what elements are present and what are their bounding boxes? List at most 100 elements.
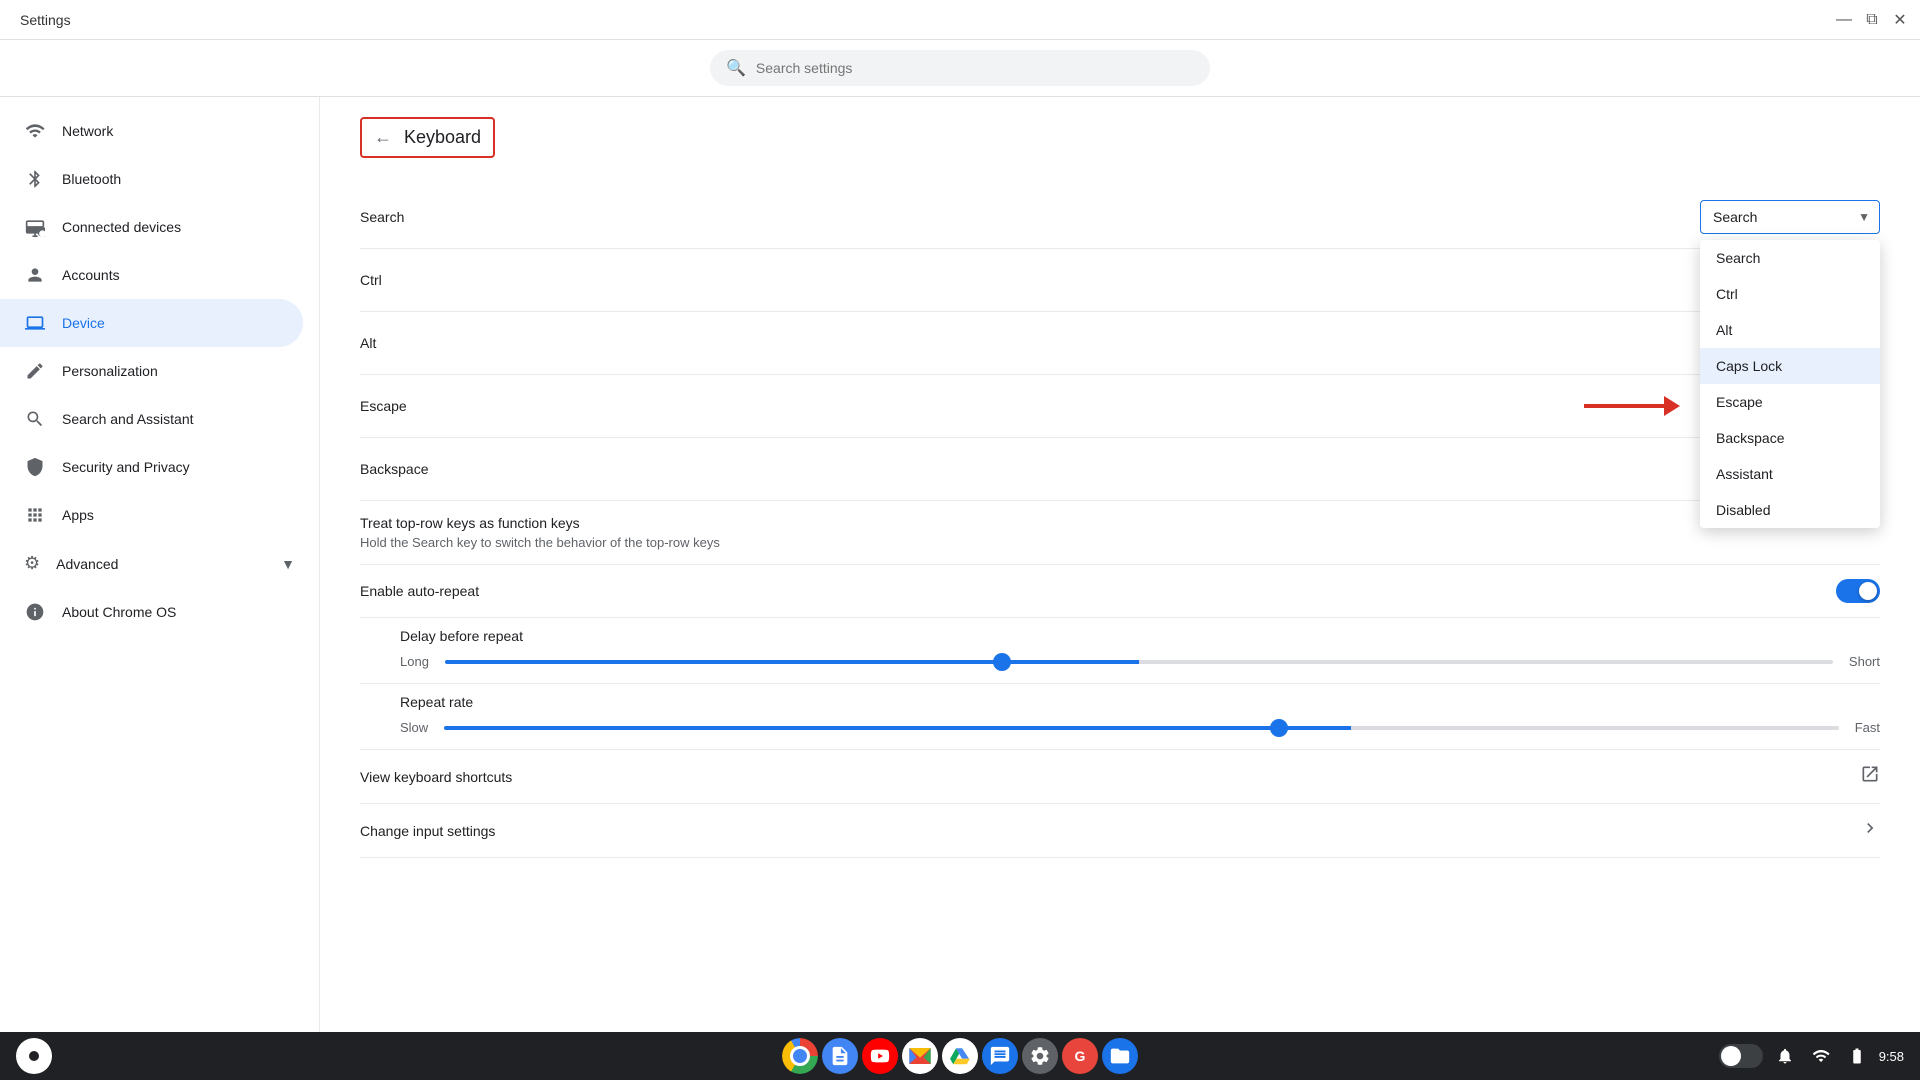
- apps-icon: [24, 505, 46, 525]
- search-key-label: Search: [360, 209, 404, 225]
- sidebar-item-advanced[interactable]: ⚙ Advanced ▼: [0, 539, 319, 588]
- delay-long-label: Long: [400, 654, 429, 669]
- taskbar-chrome[interactable]: [782, 1038, 818, 1074]
- close-button[interactable]: ✕: [1890, 10, 1910, 30]
- auto-repeat-row: Enable auto-repeat: [360, 565, 1880, 618]
- dropdown-item-caps-lock[interactable]: Caps Lock: [1700, 348, 1880, 384]
- devices-icon: [24, 217, 46, 237]
- rate-label: Repeat rate: [400, 694, 1880, 710]
- search-bar-container[interactable]: 🔍: [710, 50, 1210, 86]
- delay-short-label: Short: [1849, 654, 1880, 669]
- drive-icon: [949, 1045, 971, 1067]
- sidebar-item-device[interactable]: Device: [0, 299, 303, 347]
- search-key-select[interactable]: Search: [1700, 200, 1880, 234]
- taskbar-toggle[interactable]: [1719, 1044, 1763, 1068]
- taskbar-settings[interactable]: [1022, 1038, 1058, 1074]
- sidebar-label-security-privacy: Security and Privacy: [62, 459, 190, 475]
- dropdown-item-assistant[interactable]: Assistant: [1700, 456, 1880, 492]
- search-input[interactable]: [756, 60, 1194, 76]
- keyboard-shortcuts-row[interactable]: View keyboard shortcuts: [360, 750, 1880, 804]
- dropdown-item-disabled[interactable]: Disabled: [1700, 492, 1880, 528]
- settings-header: 🔍: [0, 40, 1920, 97]
- sidebar-item-network[interactable]: Network: [0, 107, 303, 155]
- taskbar-toggle-knob: [1721, 1046, 1741, 1066]
- change-input-settings-label: Change input settings: [360, 823, 495, 839]
- taskbar-center: G: [782, 1038, 1138, 1074]
- minimize-button[interactable]: —: [1834, 10, 1854, 30]
- rate-slider[interactable]: [444, 726, 1839, 730]
- back-button[interactable]: ←: [374, 127, 392, 148]
- sidebar-label-device: Device: [62, 315, 105, 331]
- bluetooth-icon: [24, 169, 46, 189]
- settings-gear-icon: [1029, 1045, 1051, 1067]
- taskbar: G 9:58: [0, 1032, 1920, 1080]
- edit-icon: [24, 361, 46, 381]
- backspace-key-label: Backspace: [360, 461, 428, 477]
- sidebar-label-apps: Apps: [62, 507, 94, 523]
- keyboard-title: Keyboard: [404, 127, 481, 148]
- keyboard-header: ← Keyboard: [360, 117, 495, 158]
- taskbar-drive[interactable]: [942, 1038, 978, 1074]
- maximize-button[interactable]: ⧉: [1862, 10, 1882, 30]
- sidebar-item-search-assistant[interactable]: Search and Assistant: [0, 395, 303, 443]
- escape-key-label: Escape: [360, 398, 407, 414]
- dropdown-item-backspace[interactable]: Backspace: [1700, 420, 1880, 456]
- shield-icon: [24, 457, 46, 477]
- delay-slider[interactable]: [445, 660, 1833, 664]
- sidebar-item-connected-devices[interactable]: Connected devices: [0, 203, 303, 251]
- sidebar-label-accounts: Accounts: [62, 267, 120, 283]
- battery-icon[interactable]: [1843, 1042, 1871, 1070]
- gmail-icon: [909, 1048, 931, 1064]
- toggle-switch-label[interactable]: [1836, 579, 1880, 603]
- taskbar-gmail[interactable]: [902, 1038, 938, 1074]
- main-content: ← Keyboard Search Search ▼ Search Ctrl A…: [320, 97, 1920, 1040]
- advanced-icon: ⚙: [24, 553, 40, 574]
- rate-fast-label: Fast: [1855, 720, 1880, 735]
- dropdown-item-search[interactable]: Search: [1700, 240, 1880, 276]
- sidebar: Network Bluetooth Connected devices Acco…: [0, 97, 320, 1040]
- taskbar-files[interactable]: [1102, 1038, 1138, 1074]
- delay-slider-wrapper: Long Short: [400, 654, 1880, 669]
- arrow-annotation: [1584, 396, 1680, 416]
- taskbar-right: 9:58: [1719, 1042, 1904, 1070]
- sidebar-item-security-privacy[interactable]: Security and Privacy: [0, 443, 303, 491]
- taskbar-docs[interactable]: [822, 1038, 858, 1074]
- notification-icon[interactable]: [1771, 1042, 1799, 1070]
- sidebar-item-bluetooth[interactable]: Bluetooth: [0, 155, 303, 203]
- launcher-button[interactable]: [16, 1038, 52, 1074]
- dropdown-item-ctrl[interactable]: Ctrl: [1700, 276, 1880, 312]
- wifi-status-icon[interactable]: [1807, 1042, 1835, 1070]
- dropdown-item-escape[interactable]: Escape: [1700, 384, 1880, 420]
- search-key-select-wrapper: Search ▼ Search Ctrl Alt Caps Lock Escap…: [1700, 200, 1880, 234]
- taskbar-youtube[interactable]: [862, 1038, 898, 1074]
- taskbar-grammarly[interactable]: G: [1062, 1038, 1098, 1074]
- search-key-row: Search Search ▼ Search Ctrl Alt Caps Loc…: [360, 186, 1880, 249]
- sidebar-item-about-chrome-os[interactable]: About Chrome OS: [0, 588, 303, 636]
- files-icon: [1109, 1045, 1131, 1067]
- rate-slow-label: Slow: [400, 720, 428, 735]
- settings-body: Network Bluetooth Connected devices Acco…: [0, 97, 1920, 1040]
- function-keys-desc: Hold the Search key to switch the behavi…: [360, 535, 1880, 550]
- dropdown-item-alt[interactable]: Alt: [1700, 312, 1880, 348]
- delay-label: Delay before repeat: [400, 628, 1880, 644]
- taskbar-chat[interactable]: [982, 1038, 1018, 1074]
- rate-section: Repeat rate Slow Fast: [360, 684, 1880, 750]
- laptop-icon: [24, 313, 46, 333]
- sidebar-label-network: Network: [62, 123, 113, 139]
- sidebar-label-advanced: Advanced: [56, 556, 118, 572]
- sidebar-item-accounts[interactable]: Accounts: [0, 251, 303, 299]
- sidebar-label-connected-devices: Connected devices: [62, 219, 181, 235]
- keyboard-shortcuts-label: View keyboard shortcuts: [360, 769, 512, 785]
- window-title: Settings: [10, 12, 71, 28]
- auto-repeat-label: Enable auto-repeat: [360, 583, 479, 599]
- search-icon: 🔍: [726, 58, 746, 78]
- change-input-settings-row[interactable]: Change input settings: [360, 804, 1880, 858]
- settings-window: Settings — ⧉ ✕ 🔍 Network: [0, 0, 1920, 1040]
- auto-repeat-toggle[interactable]: [1836, 579, 1880, 603]
- launcher-icon: [29, 1051, 39, 1061]
- title-bar: Settings — ⧉ ✕: [0, 0, 1920, 40]
- sidebar-item-personalization[interactable]: Personalization: [0, 347, 303, 395]
- chrome-icon: [782, 1038, 818, 1074]
- wifi-icon: [24, 121, 46, 141]
- sidebar-item-apps[interactable]: Apps: [0, 491, 303, 539]
